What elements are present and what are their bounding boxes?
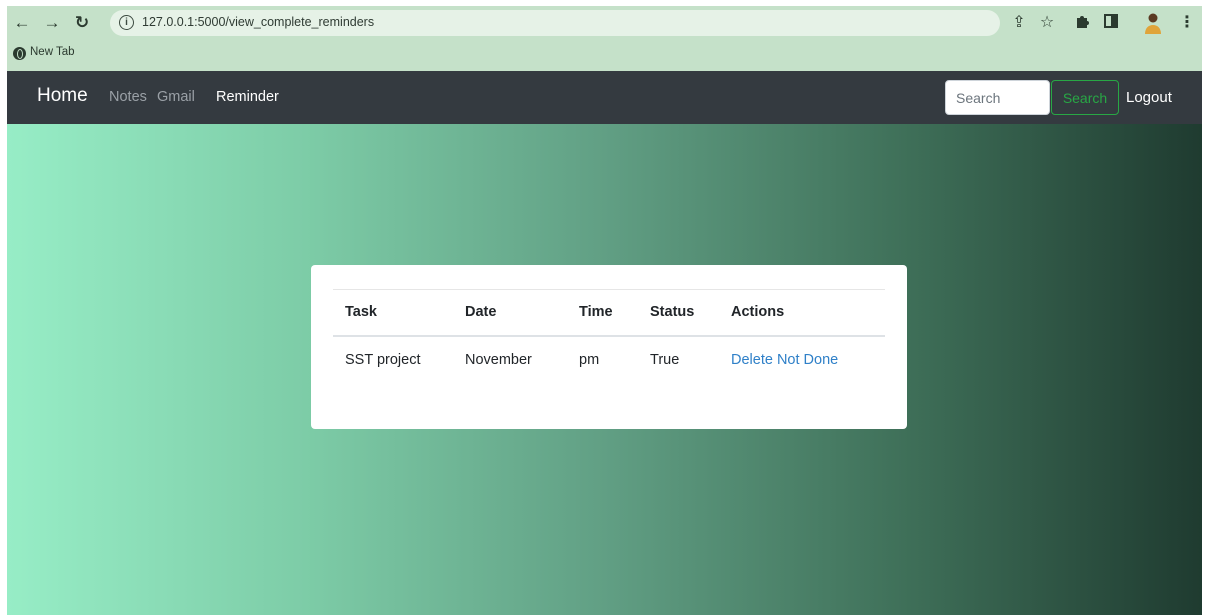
forward-arrow-icon[interactable]: →: [41, 12, 63, 34]
delete-link[interactable]: Delete: [731, 352, 773, 368]
extensions-icon[interactable]: [1073, 13, 1093, 33]
cell-time: pm: [579, 352, 600, 368]
browser-chrome: ← → ↻ i 127.0.0.1:5000/view_complete_rem…: [7, 6, 1202, 71]
bookmark-new-tab[interactable]: New Tab: [30, 46, 75, 58]
share-icon[interactable]: ⇪: [1009, 13, 1029, 33]
avatar-icon: [1145, 13, 1161, 34]
search-button[interactable]: Search: [1051, 80, 1119, 115]
profile-avatar[interactable]: [1143, 12, 1163, 34]
column-header-task: Task: [333, 289, 453, 337]
table-row: SST project November pm True Delete Not …: [333, 336, 885, 384]
not-done-link[interactable]: Not Done: [777, 352, 838, 368]
cell-status: True: [650, 352, 680, 368]
cell-task: SST project: [345, 352, 421, 368]
reminders-table: Task Date Time Status Actions SST projec…: [333, 289, 885, 384]
search-input[interactable]: [945, 80, 1050, 115]
menu-dots-icon[interactable]: ⋮: [1177, 13, 1197, 33]
browser-toolbar: ← → ↻ i 127.0.0.1:5000/view_complete_rem…: [7, 6, 1202, 40]
reload-icon[interactable]: ↻: [71, 12, 93, 34]
reminders-card: Task Date Time Status Actions SST projec…: [311, 265, 907, 429]
site-navbar: Home Notes Gmail Reminder Search Logout: [7, 71, 1202, 124]
cell-date: November: [465, 352, 532, 368]
table-header-row: Task Date Time Status Actions: [333, 289, 885, 337]
puzzle-icon: [1077, 16, 1089, 28]
main-content: Task Date Time Status Actions SST projec…: [7, 124, 1202, 615]
column-header-time: Time: [567, 289, 638, 337]
globe-icon: [13, 47, 26, 60]
nav-brand-home[interactable]: Home: [37, 85, 88, 107]
address-bar[interactable]: i 127.0.0.1:5000/view_complete_reminders: [110, 10, 1000, 36]
bookmark-bar: New Tab: [7, 42, 1202, 66]
info-icon[interactable]: i: [119, 15, 134, 30]
panel-icon: [1104, 14, 1118, 28]
address-url: 127.0.0.1:5000/view_complete_reminders: [142, 15, 375, 29]
nav-link-gmail[interactable]: Gmail: [157, 89, 195, 105]
side-panel-icon[interactable]: [1101, 13, 1121, 33]
logout-link[interactable]: Logout: [1126, 89, 1172, 106]
cell-actions: Delete Not Done: [719, 336, 885, 384]
nav-link-reminder[interactable]: Reminder: [216, 89, 279, 105]
browser-window: ← → ↻ i 127.0.0.1:5000/view_complete_rem…: [7, 6, 1202, 615]
column-header-actions: Actions: [719, 289, 885, 337]
star-icon[interactable]: ☆: [1037, 13, 1057, 33]
nav-link-notes[interactable]: Notes: [109, 89, 147, 105]
back-arrow-icon[interactable]: ←: [11, 12, 33, 34]
column-header-status: Status: [638, 289, 719, 337]
column-header-date: Date: [453, 289, 567, 337]
